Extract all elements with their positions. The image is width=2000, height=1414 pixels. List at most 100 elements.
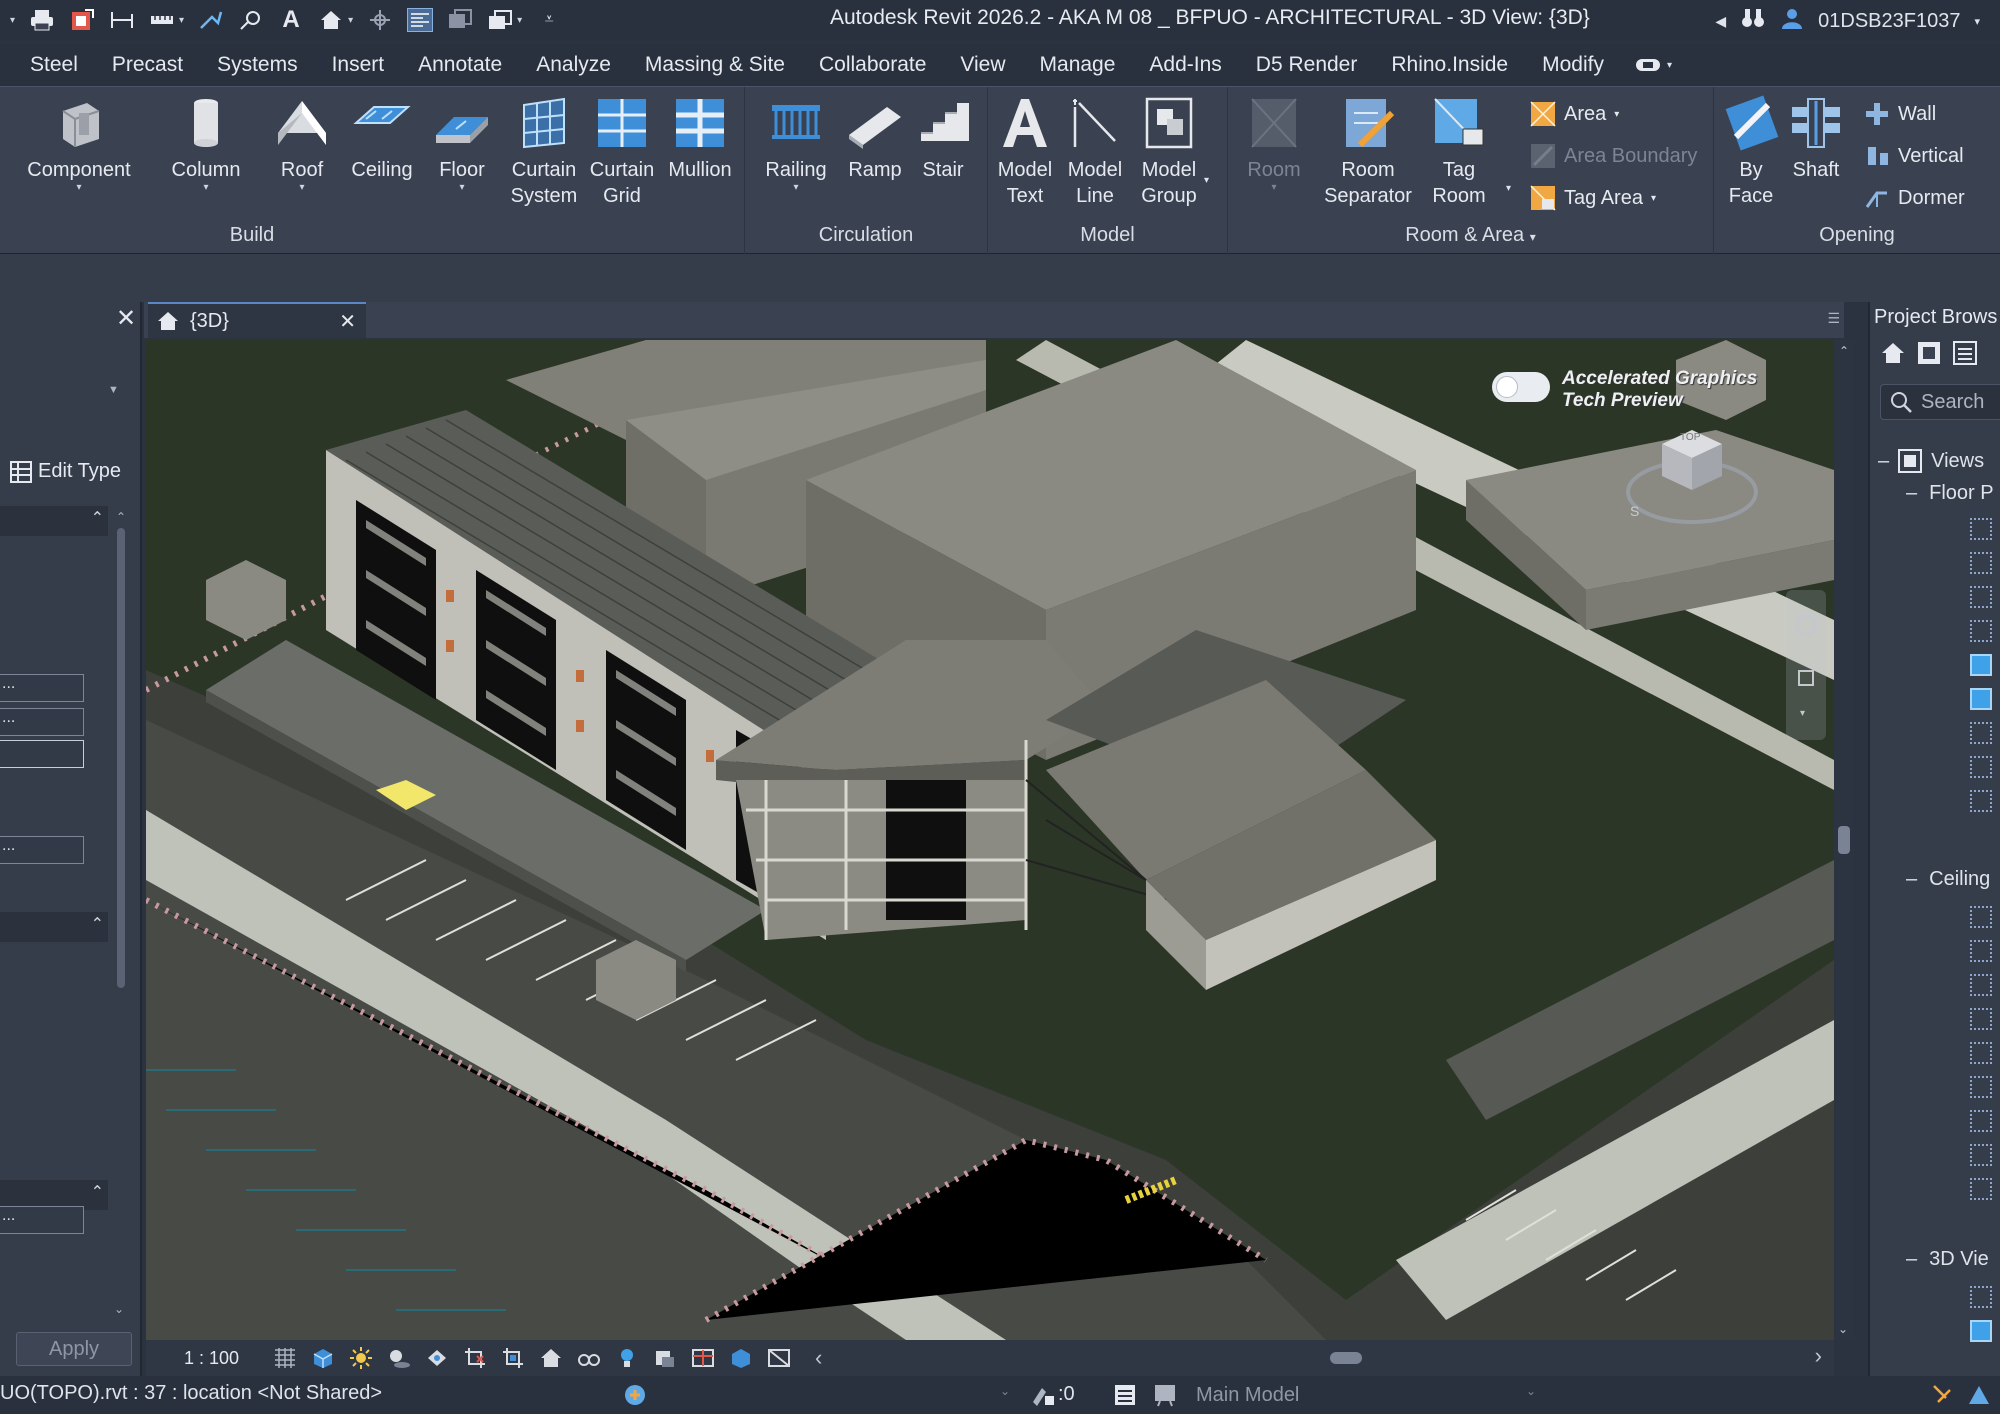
props-field-1[interactable]: ... [0,674,84,702]
area-button[interactable]: Area ▾ [1530,101,1619,127]
tab-manage[interactable]: Manage [1023,44,1133,86]
dimension-chevron-icon[interactable]: ▾ [179,15,184,26]
tab-systems[interactable]: Systems [200,44,315,86]
scroll-up-icon[interactable]: ⌃ [114,510,128,524]
tree-views-node[interactable]: – Views [1878,448,1984,474]
section-box-icon[interactable] [367,8,393,32]
steering-wheel-icon[interactable] [1795,614,1817,636]
lock-3d-view-icon[interactable] [539,1346,563,1370]
shaft-button[interactable]: Shaft [1784,93,1848,183]
detail-level-icon[interactable] [273,1346,297,1370]
floor-plan-item-icon[interactable] [1970,688,1992,710]
worksharing-monitor-icon[interactable] [1152,1382,1178,1408]
floor-plan-item-icon[interactable] [1970,552,1992,574]
ceiling-plan-item-icon[interactable] [1970,1042,1992,1064]
ceiling-plan-item-icon[interactable] [1970,1110,1992,1132]
zoom-icon[interactable] [1798,670,1814,686]
qat-menu-chevron-icon[interactable]: ▾ [10,15,15,26]
roof-button[interactable]: Roof ▾ [266,93,338,193]
tab-add-ins[interactable]: Add-Ins [1132,44,1238,86]
view-tabs-menu-icon[interactable]: ☰ [1827,310,1840,327]
curtain-system-button[interactable]: Curtain System [504,93,584,209]
switch-windows-icon[interactable] [487,8,513,32]
tree-floor-plans-node[interactable]: – Floor P [1906,482,1994,505]
user-chevron-icon[interactable]: ▾ [1974,15,1980,28]
text-icon[interactable]: A [278,6,304,33]
ceiling-plan-item-icon[interactable] [1970,1144,1992,1166]
apply-button[interactable]: Apply [16,1332,132,1366]
props-field-2[interactable]: ... [0,708,84,736]
select-links-icon[interactable] [1930,1382,1956,1408]
nav-options-chevron-icon[interactable]: ▾ [1800,708,1805,719]
tab-view[interactable]: View [943,44,1022,86]
floor-plan-item-icon[interactable] [1970,620,1992,642]
measure-icon[interactable] [109,8,135,32]
stair-button[interactable]: Stair [911,93,975,183]
tab-annotate[interactable]: Annotate [401,44,519,86]
home-3d-icon[interactable] [318,8,344,32]
show-crop-region-icon[interactable] [501,1346,525,1370]
switch-windows-chevron-icon[interactable]: ▾ [517,15,522,26]
ceiling-plan-item-icon[interactable] [1970,1178,1992,1200]
collapse-icon[interactable]: – [1906,868,1917,891]
wall-opening-button[interactable]: Wall [1864,101,1936,127]
tab-rhino-inside[interactable]: Rhino.Inside [1374,44,1525,86]
model-line-button[interactable]: Model Line [1062,93,1128,209]
ceiling-plan-item-icon[interactable] [1970,1008,1992,1030]
floor-plan-item-icon[interactable] [1970,790,1992,812]
select-underlay-icon[interactable] [1966,1382,1992,1408]
tab-modify[interactable]: Modify [1525,44,1621,86]
browser-search-field[interactable]: Search [1880,384,2000,420]
temporary-view-properties-icon[interactable] [653,1346,677,1370]
model-group-button[interactable]: Model Group [1134,93,1204,209]
home-icon[interactable] [1880,340,1906,366]
render-icon[interactable] [425,1346,449,1370]
props-field-3[interactable] [0,740,84,768]
print-icon[interactable] [29,8,55,32]
floor-plan-item-icon[interactable] [1970,654,1992,676]
viewcube[interactable]: S TOP [1622,412,1762,532]
properties-scrollbar[interactable]: ⌃ [114,510,128,1330]
tab-close-icon[interactable]: ✕ [339,309,366,334]
analytical-model-icon[interactable] [729,1346,753,1370]
room-area-group-title[interactable]: Room & Area ▾ [1228,224,1713,247]
scroll-left-icon[interactable]: ‹ [815,1345,822,1371]
close-hidden-icon[interactable] [447,8,473,32]
tag-room-button[interactable]: Tag Room [1424,93,1494,209]
curtain-grid-button[interactable]: Curtain Grid [582,93,662,209]
by-face-button[interactable]: By Face [1722,93,1780,209]
export-icon[interactable] [69,8,95,32]
tree-3d-views-node[interactable]: – 3D Vie [1906,1248,1989,1271]
ceiling-plan-item-icon[interactable] [1970,974,1992,996]
tree-ceiling-node[interactable]: – Ceiling [1906,868,1990,891]
tag-icon[interactable] [238,8,264,32]
ceiling-button[interactable]: Ceiling [344,93,420,183]
floor-plan-item-icon[interactable] [1970,722,1992,744]
ceiling-plan-item-icon[interactable] [1970,906,1992,928]
area-boundary-button[interactable]: Area Boundary [1530,143,1697,169]
thin-lines-icon[interactable] [407,8,434,32]
design-options-icon[interactable] [622,1382,648,1408]
customize-qat-icon[interactable]: ⩡ [536,8,562,32]
collapse-icon[interactable]: – [1906,482,1917,505]
home-chevron-icon[interactable]: ▾ [348,15,353,26]
scroll-down-icon[interactable]: ⌄ [1838,1322,1848,1336]
worksharing-display-icon[interactable] [691,1346,715,1370]
visual-style-icon[interactable] [311,1346,335,1370]
workset-list-icon[interactable] [1112,1382,1138,1408]
expand-left-icon[interactable]: ◀ [1715,13,1726,30]
3d-view-item-icon[interactable] [1970,1320,1992,1342]
model-chevron-icon[interactable]: ⌄ [1526,1384,1536,1398]
scroll-thumb[interactable] [117,528,125,988]
properties-close-icon[interactable]: ✕ [116,304,136,333]
shadows-icon[interactable] [387,1346,411,1370]
column-button[interactable]: Column ▾ [166,93,246,193]
tab-analyze[interactable]: Analyze [519,44,628,86]
collapse-icon[interactable]: – [1906,1248,1917,1271]
ribbon-display-toggle-icon[interactable]: ▾ [1635,57,1672,73]
viewport-vertical-scrollbar[interactable]: ⌃ ⌄ [1834,340,1854,1340]
3d-view-item-icon[interactable] [1970,1286,1992,1308]
tab-collaborate[interactable]: Collaborate [802,44,943,86]
model-text-button[interactable]: Model Text [992,93,1058,209]
scroll-down-icon[interactable]: ⌄ [114,1302,124,1316]
